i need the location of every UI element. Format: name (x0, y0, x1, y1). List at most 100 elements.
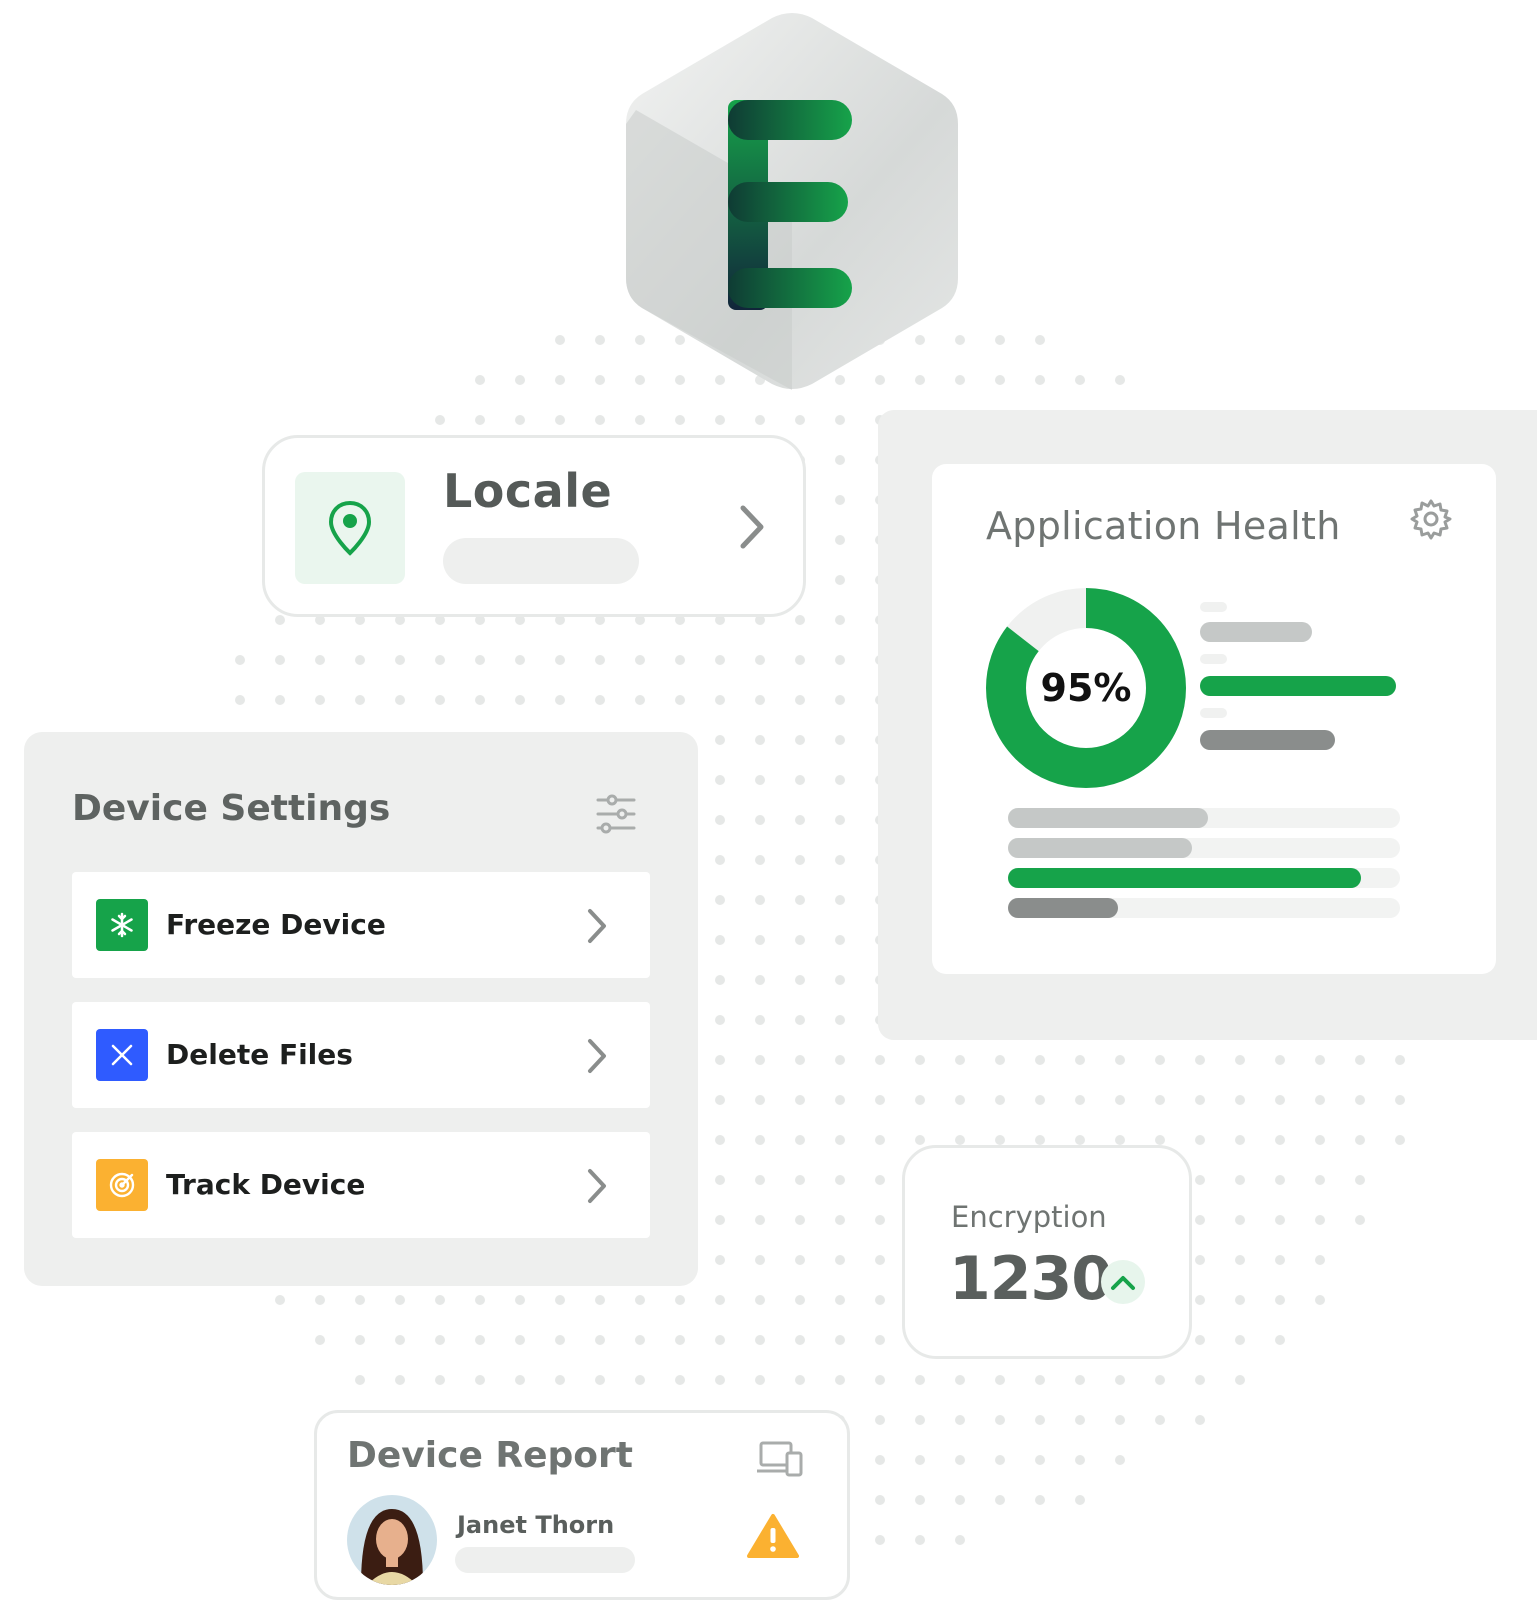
background-dot (235, 695, 245, 705)
background-dot (555, 415, 565, 425)
background-dot (715, 1295, 725, 1305)
chevron-right-icon[interactable] (584, 1036, 610, 1076)
background-dot (715, 895, 725, 905)
background-dot (755, 1175, 765, 1185)
encryption-label: Encryption (951, 1200, 1107, 1234)
background-dot (1075, 375, 1085, 385)
background-dot (755, 935, 765, 945)
background-dot (475, 1335, 485, 1345)
background-dot (875, 1135, 885, 1145)
background-dot (835, 815, 845, 825)
background-dot (315, 655, 325, 665)
background-dot (795, 895, 805, 905)
background-dot (795, 1175, 805, 1185)
background-dot (835, 1055, 845, 1065)
background-dot (955, 1095, 965, 1105)
background-dot (675, 1295, 685, 1305)
background-dot (355, 655, 365, 665)
background-dot (435, 1335, 445, 1345)
background-dot (1315, 1055, 1325, 1065)
background-dot (915, 1095, 925, 1105)
background-dot (1235, 1095, 1245, 1105)
background-dot (1355, 1175, 1365, 1185)
background-dot (1355, 1135, 1365, 1145)
background-dot (795, 1335, 805, 1345)
background-dot (1155, 1415, 1165, 1425)
background-dot (875, 1295, 885, 1305)
background-dot (515, 695, 525, 705)
background-dot (1075, 1135, 1085, 1145)
background-dot (395, 695, 405, 705)
background-dot (755, 775, 765, 785)
background-dot (1395, 1135, 1405, 1145)
background-dot (1315, 1215, 1325, 1225)
background-dot (1035, 1375, 1045, 1385)
background-dot (1235, 1175, 1245, 1185)
background-dot (1195, 1375, 1205, 1385)
chevron-right-icon[interactable] (735, 502, 769, 552)
sliders-icon[interactable] (594, 792, 638, 836)
background-dot (1035, 1095, 1045, 1105)
freeze-device-row[interactable]: Freeze Device (72, 872, 650, 978)
application-health-title: Application Health (986, 504, 1341, 548)
health-progress-fill (1008, 898, 1118, 918)
background-dot (835, 895, 845, 905)
background-dot (875, 1535, 885, 1545)
background-dot (635, 1375, 645, 1385)
background-dot (435, 1295, 445, 1305)
background-dot (1195, 1135, 1205, 1145)
background-dot (635, 1335, 645, 1345)
track-device-row[interactable]: Track Device (72, 1132, 650, 1238)
background-dot (835, 935, 845, 945)
device-settings-panel: Device Settings Freeze Device Delete Fil… (24, 732, 698, 1286)
background-dot (715, 775, 725, 785)
background-dot (835, 1375, 845, 1385)
background-dot (955, 1415, 965, 1425)
background-dot (795, 615, 805, 625)
chevron-right-icon[interactable] (584, 1166, 610, 1206)
background-dot (1155, 1135, 1165, 1145)
background-dot (595, 335, 605, 345)
background-dot (1035, 335, 1045, 345)
background-dot (995, 1455, 1005, 1465)
background-dot (995, 1055, 1005, 1065)
background-dot (1035, 375, 1045, 385)
background-dot (1115, 375, 1125, 385)
background-dot (1275, 1255, 1285, 1265)
background-dot (835, 1135, 845, 1145)
report-detail-placeholder (455, 1547, 635, 1573)
background-dot (1195, 1175, 1205, 1185)
background-dot (755, 1255, 765, 1265)
device-settings-title: Device Settings (72, 788, 391, 829)
chevron-right-icon[interactable] (584, 906, 610, 946)
background-dot (435, 655, 445, 665)
background-dot (1275, 1055, 1285, 1065)
brand-logo (620, 10, 964, 392)
background-dot (755, 415, 765, 425)
gear-icon[interactable] (1410, 498, 1452, 540)
background-dot (515, 1335, 525, 1345)
background-dot (835, 535, 845, 545)
background-dot (1275, 1135, 1285, 1145)
background-dot (635, 655, 645, 665)
background-dot (715, 975, 725, 985)
track-device-label: Track Device (166, 1168, 366, 1201)
background-dot (835, 575, 845, 585)
background-dot (395, 1295, 405, 1305)
background-dot (875, 1415, 885, 1425)
background-dot (395, 655, 405, 665)
background-dot (755, 1095, 765, 1105)
background-dot (995, 1095, 1005, 1105)
warning-icon[interactable] (747, 1513, 799, 1559)
background-dot (555, 695, 565, 705)
background-dot (755, 655, 765, 665)
background-dot (1075, 1095, 1085, 1105)
background-dot (915, 1055, 925, 1065)
background-dot (1235, 1255, 1245, 1265)
background-dot (675, 655, 685, 665)
locale-card[interactable]: Locale (262, 435, 806, 617)
background-dot (355, 695, 365, 705)
delete-files-row[interactable]: Delete Files (72, 1002, 650, 1108)
device-report-card[interactable]: Device Report Janet Thorn (314, 1410, 850, 1600)
background-dot (275, 655, 285, 665)
